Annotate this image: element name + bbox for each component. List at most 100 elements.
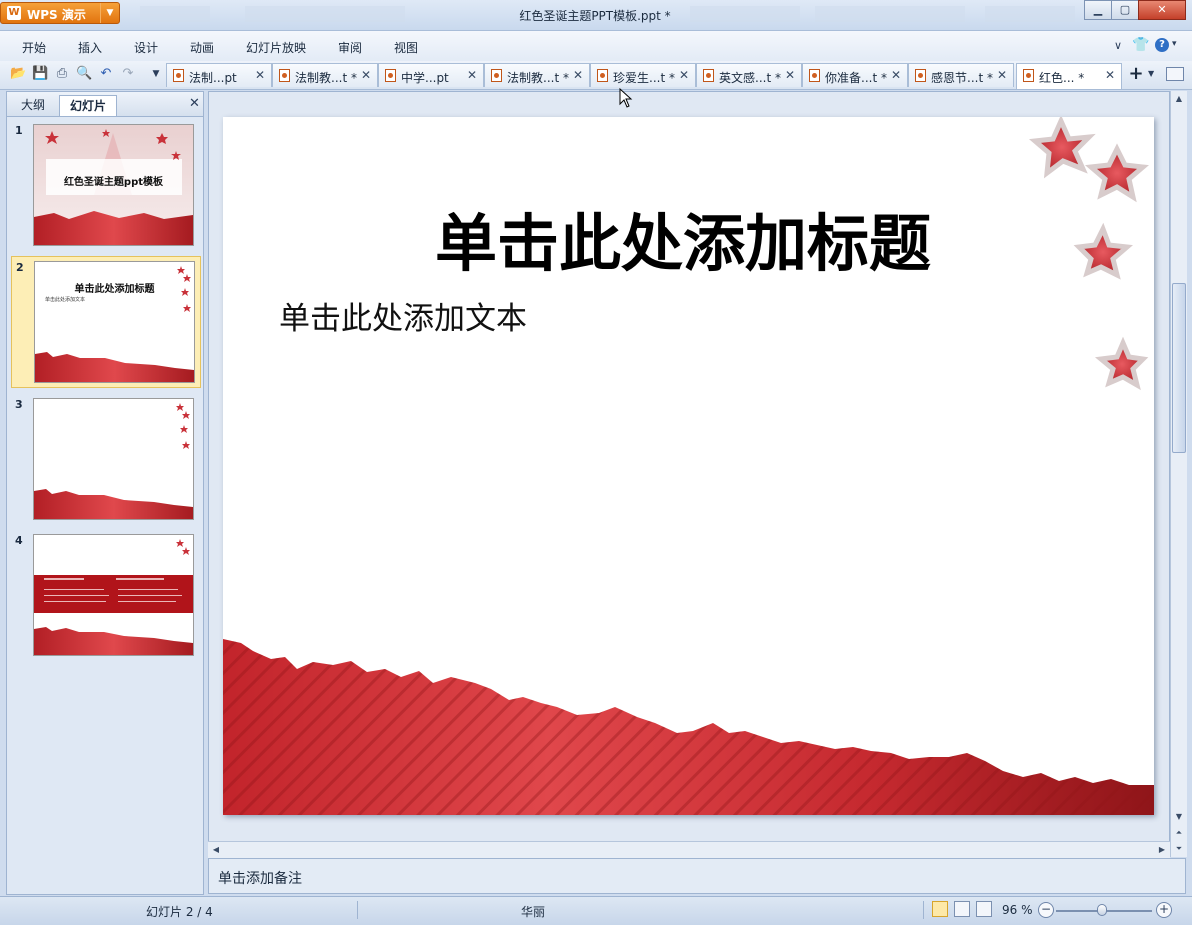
- chevron-down-icon[interactable]: ▾: [1172, 39, 1177, 49]
- close-icon[interactable]: ✕: [573, 68, 583, 82]
- next-slide-icon[interactable]: ⏷: [1171, 841, 1187, 857]
- slide-body-placeholder[interactable]: 单击此处添加文本: [279, 293, 527, 338]
- horizontal-scrollbar[interactable]: ◀ ▶: [208, 841, 1170, 858]
- status-divider: [923, 901, 924, 919]
- vertical-scrollbar[interactable]: ▲ ▼ ⏶ ⏷: [1170, 91, 1187, 857]
- background-taskbar-item: [985, 6, 1075, 22]
- slide-thumbnail[interactable]: 3 3: [11, 394, 201, 522]
- slide-number-hidden: 3: [34, 399, 35, 400]
- slide-thumbnail-title: 红色圣诞主题ppt模板: [63, 177, 164, 188]
- vertical-scroll-thumb[interactable]: [1172, 283, 1186, 453]
- slide-sorter-view-icon[interactable]: [954, 901, 970, 917]
- scroll-up-icon[interactable]: ▲: [1171, 91, 1187, 107]
- status-bar: 幻灯片 2 / 4 华丽 96 % − +: [0, 896, 1192, 925]
- menu-insert[interactable]: 插入: [78, 39, 102, 56]
- wps-app-menu-button[interactable]: W WPS 演示 ▼: [0, 2, 120, 24]
- menu-view[interactable]: 视图: [394, 39, 418, 56]
- slide-thumbnail[interactable]: 4: [11, 530, 201, 658]
- chevron-down-icon[interactable]: ▼: [100, 3, 119, 23]
- zoom-out-icon[interactable]: −: [1038, 902, 1054, 918]
- slide-title-placeholder[interactable]: 单击此处添加标题: [323, 193, 1043, 283]
- slide-canvas[interactable]: 单击此处添加标题 单击此处添加文本: [223, 117, 1154, 815]
- scroll-down-icon[interactable]: ▼: [1171, 809, 1187, 825]
- slide-thumbnail-image[interactable]: 单击此处添加标题 单击此处添加文本: [34, 261, 195, 383]
- zoom-slider-thumb[interactable]: [1097, 904, 1108, 916]
- close-window-button[interactable]: ✕: [1138, 0, 1186, 20]
- menu-animation[interactable]: 动画: [190, 39, 214, 56]
- mouse-cursor-icon: [619, 88, 633, 108]
- tab-outline[interactable]: 大纲: [11, 95, 55, 116]
- quick-toolbar: 📂 💾 ⎙ 🔍 ↶ ↷ ▼ 法制...pt ✕ 法制教...t * ✕ 中学...p…: [0, 61, 1192, 90]
- window-title: 红色圣诞主题PPT模板.ppt *: [519, 9, 671, 23]
- slide-thumbnail[interactable]: 1 红色圣诞主题ppt模板: [11, 120, 201, 250]
- chevron-down-icon[interactable]: ▼: [1148, 69, 1154, 78]
- zoom-level[interactable]: 96 %: [1002, 903, 1033, 917]
- document-tab[interactable]: 中学...pt ✕: [378, 63, 484, 87]
- scroll-left-icon[interactable]: ◀: [208, 842, 224, 858]
- slideshow-view-icon[interactable]: [976, 901, 992, 917]
- slide-counter: 幻灯片 2 / 4: [146, 905, 213, 919]
- notes-pane[interactable]: 单击添加备注: [208, 858, 1186, 894]
- background-taskbar-item: [815, 6, 965, 22]
- slide-preview: [34, 399, 193, 519]
- close-icon[interactable]: ✕: [891, 68, 901, 82]
- slide-thumbnail-image[interactable]: 3: [33, 398, 194, 520]
- ppt-file-icon: [385, 69, 396, 82]
- scroll-right-icon[interactable]: ▶: [1154, 842, 1170, 858]
- close-icon[interactable]: ✕: [189, 96, 200, 111]
- zoom-in-icon[interactable]: +: [1156, 902, 1172, 918]
- document-tab[interactable]: 法制教...t * ✕: [484, 63, 590, 87]
- normal-view-icon[interactable]: [932, 901, 948, 917]
- background-taskbar-item: [245, 6, 405, 22]
- document-tab[interactable]: 法制教...t * ✕: [272, 63, 378, 87]
- menu-review[interactable]: 审阅: [338, 39, 362, 56]
- close-icon[interactable]: ✕: [361, 68, 371, 82]
- close-icon[interactable]: ✕: [997, 68, 1007, 82]
- app-name: WPS 演示: [27, 8, 86, 22]
- new-tab-plus-icon[interactable]: +: [1126, 64, 1146, 84]
- document-tab[interactable]: 感恩节...t * ✕: [908, 63, 1014, 87]
- close-icon[interactable]: ✕: [679, 68, 689, 82]
- open-folder-icon[interactable]: 📂: [10, 66, 26, 82]
- close-icon[interactable]: ✕: [467, 68, 477, 82]
- slide-thumbnail-image[interactable]: [33, 534, 194, 656]
- customize-toolbar-icon[interactable]: ▼: [148, 66, 164, 82]
- menu-slideshow[interactable]: 幻灯片放映: [246, 39, 306, 56]
- slide-thumbnail-title: 单击此处添加标题: [74, 284, 155, 295]
- ppt-file-icon: [809, 69, 820, 82]
- ppt-file-icon: [279, 69, 290, 82]
- redo-icon[interactable]: ↷: [120, 66, 136, 82]
- document-tab-active[interactable]: 红色... * ✕: [1016, 63, 1122, 89]
- notes-placeholder[interactable]: 单击添加备注: [218, 868, 302, 888]
- close-icon[interactable]: ✕: [255, 68, 265, 82]
- maximize-button[interactable]: ▢: [1111, 0, 1139, 20]
- ppt-file-icon: [703, 69, 714, 82]
- close-icon[interactable]: ✕: [785, 68, 795, 82]
- tab-list-icon[interactable]: [1166, 67, 1184, 81]
- document-tab[interactable]: 法制...pt ✕: [166, 63, 272, 87]
- menu-design[interactable]: 设计: [134, 39, 158, 56]
- slide-thumbnail-image[interactable]: 红色圣诞主题ppt模板: [33, 124, 194, 246]
- print-icon[interactable]: ⎙: [54, 66, 70, 82]
- menu-bar: 开始 插入 设计 动画 幻灯片放映 审阅 视图 ∨ 👕 ? ▾: [0, 31, 1192, 61]
- slide-thumbnail-selected[interactable]: 2 单击此处添加标题 单击此处添加文本: [11, 256, 201, 388]
- slide-thumbnail-body: 单击此处添加文本: [45, 297, 86, 303]
- previous-slide-icon[interactable]: ⏶: [1171, 825, 1187, 841]
- tab-slides[interactable]: 幻灯片: [59, 95, 117, 116]
- document-tab[interactable]: 你准备...t * ✕: [802, 63, 908, 87]
- skin-icon[interactable]: 👕: [1132, 37, 1149, 53]
- ppt-file-icon: [491, 69, 502, 82]
- ppt-file-icon: [173, 69, 184, 82]
- print-preview-icon[interactable]: 🔍: [76, 66, 92, 82]
- document-tab[interactable]: 英文感...t * ✕: [696, 63, 802, 87]
- minimize-button[interactable]: ▁: [1084, 0, 1112, 20]
- undo-icon[interactable]: ↶: [98, 66, 114, 82]
- help-icon[interactable]: ?: [1155, 38, 1169, 52]
- save-icon[interactable]: 💾: [32, 66, 48, 82]
- close-icon[interactable]: ✕: [1105, 68, 1115, 82]
- chevron-down-icon[interactable]: ∨: [1114, 39, 1122, 52]
- menu-home[interactable]: 开始: [22, 39, 46, 56]
- document-tab[interactable]: 珍爱生...t * ✕: [590, 63, 696, 87]
- ppt-file-icon: [597, 69, 608, 82]
- slides-panel-tabs: 大纲 幻灯片 ✕: [7, 92, 203, 117]
